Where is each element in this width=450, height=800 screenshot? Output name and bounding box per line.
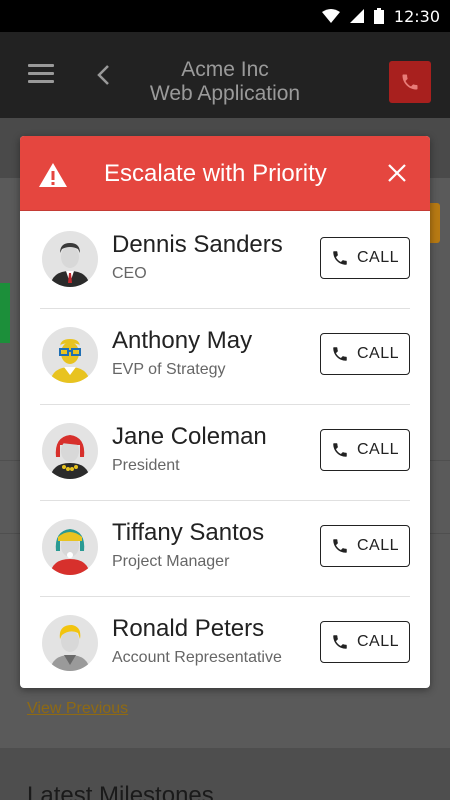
avatar — [42, 327, 98, 383]
dialog-header: Escalate with Priority — [20, 136, 430, 211]
contact-name: Anthony May — [112, 327, 253, 354]
wifi-icon — [321, 9, 340, 23]
call-label: CALL — [356, 537, 400, 554]
contact-name: Dennis Sanders — [112, 231, 283, 258]
contact-role: CEO — [112, 265, 147, 282]
phone-icon — [333, 251, 347, 265]
contact-role: President — [112, 457, 180, 474]
call-button[interactable]: CALL — [320, 525, 410, 567]
dialog-title: Escalate with Priority — [104, 160, 327, 187]
avatar — [42, 423, 98, 479]
contact-item: Tiffany Santos Project Manager CALL — [40, 501, 410, 597]
call-button[interactable]: CALL — [320, 621, 410, 663]
phone-icon — [402, 74, 418, 90]
escalate-dialog: Escalate with Priority Dennis Sanders CE… — [20, 136, 430, 688]
phone-icon — [333, 635, 347, 649]
contact-name: Tiffany Santos — [112, 519, 265, 546]
call-button[interactable] — [389, 61, 431, 103]
call-button[interactable]: CALL — [320, 333, 410, 375]
contact-role: Project Manager — [112, 553, 230, 570]
call-button[interactable]: CALL — [320, 237, 410, 279]
phone-icon — [333, 347, 347, 361]
avatar — [42, 231, 98, 287]
close-icon[interactable] — [386, 162, 408, 184]
warning-icon — [39, 163, 67, 187]
call-label: CALL — [356, 345, 400, 362]
avatar — [42, 519, 98, 575]
call-button[interactable]: CALL — [320, 429, 410, 471]
latest-milestones-heading: Latest Milestones — [27, 782, 214, 800]
contact-name: Ronald Peters — [112, 615, 265, 642]
view-previous-link[interactable]: View Previous — [27, 700, 128, 718]
contact-item: Anthony May EVP of Strategy CALL — [40, 309, 410, 405]
app-bar: Acme Inc Web Application — [0, 32, 450, 118]
battery-icon — [373, 8, 384, 24]
app-title-line1: Acme Inc — [181, 58, 269, 81]
phone-icon — [333, 539, 347, 553]
contact-role: EVP of Strategy — [112, 361, 226, 378]
background-green-marker — [0, 283, 10, 343]
status-bar: 12:30 — [0, 0, 450, 32]
contact-role: Account Representative — [112, 649, 282, 666]
status-time: 12:30 — [393, 6, 440, 26]
contact-item: Jane Coleman President CALL — [40, 405, 410, 501]
call-label: CALL — [356, 441, 400, 458]
contact-item: Ronald Peters Account Representative CAL… — [40, 597, 410, 688]
contact-item: Dennis Sanders CEO CALL — [40, 213, 410, 309]
contact-name: Jane Coleman — [112, 423, 267, 450]
app-title: Acme Inc Web Application — [100, 58, 350, 106]
signal-icon — [349, 9, 364, 23]
avatar — [42, 615, 98, 671]
menu-icon[interactable] — [28, 64, 54, 84]
call-label: CALL — [356, 633, 400, 650]
phone-icon — [333, 443, 347, 457]
call-label: CALL — [356, 249, 400, 266]
app-title-line2: Web Application — [149, 82, 301, 105]
